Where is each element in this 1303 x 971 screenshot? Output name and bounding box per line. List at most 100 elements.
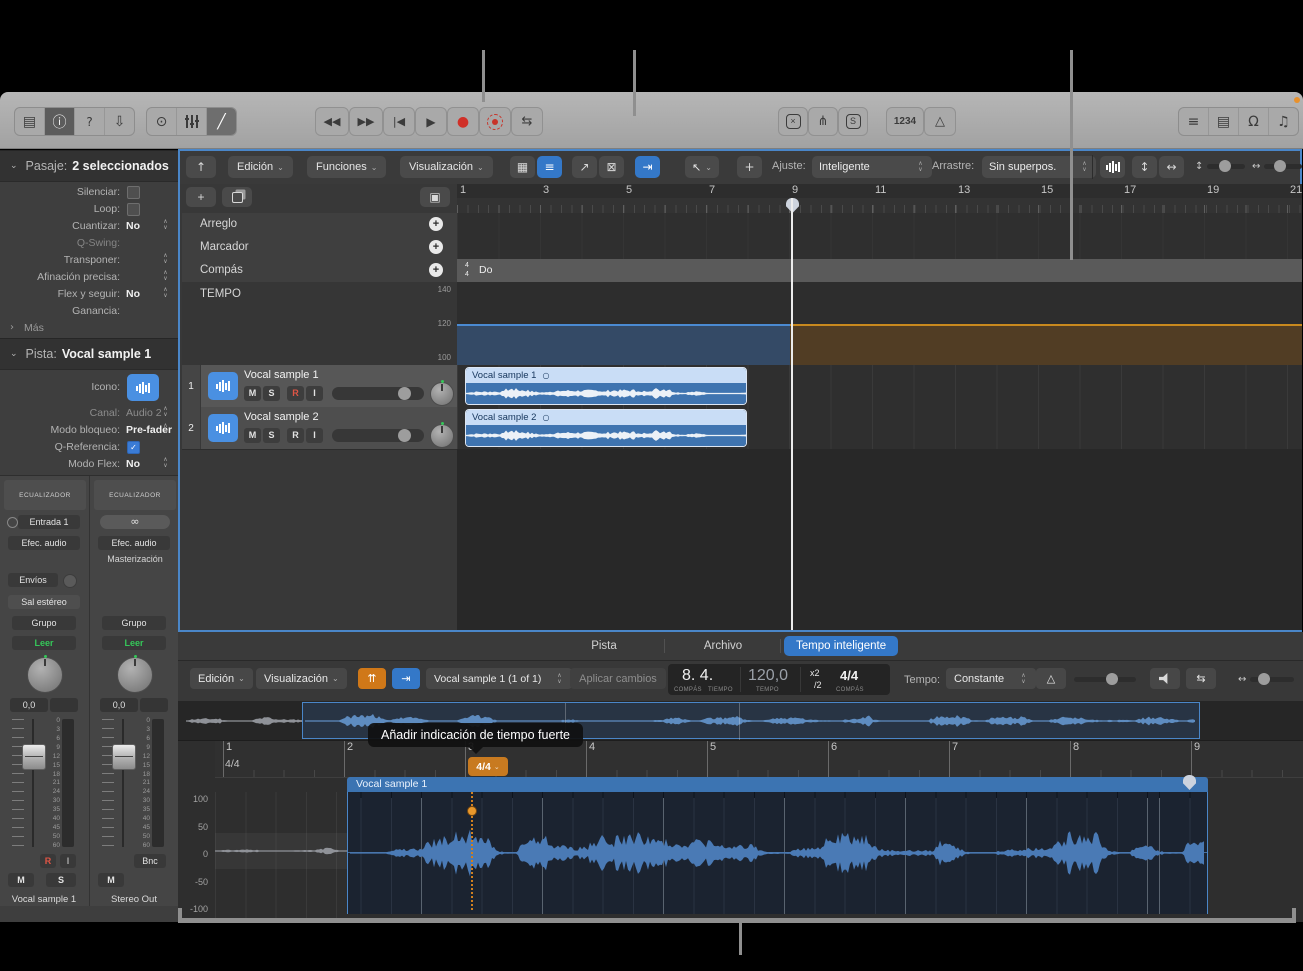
track-record-button[interactable]: R (287, 386, 304, 401)
stepper-icon[interactable] (161, 219, 170, 231)
volume-value-out[interactable]: 0,0 (100, 698, 138, 712)
track-solo-button[interactable]: S (263, 386, 280, 401)
peak-value-out[interactable] (140, 698, 168, 712)
track-mute-button[interactable]: M (244, 428, 261, 443)
tempo-mode-dropdown[interactable]: Constante (946, 668, 1036, 689)
loop-checkbox[interactable] (127, 203, 140, 216)
editor-wave-area[interactable]: 100500-50-100 (178, 792, 1303, 922)
global-track-tempo[interactable]: TEMPO 140120100 (182, 282, 457, 366)
output-slot[interactable]: Sal estéreo (8, 595, 80, 609)
editor-edit-menu[interactable]: Edición⌄ (190, 668, 253, 689)
download-icon[interactable]: ⇩ (105, 108, 134, 135)
circle-plus-icon[interactable]: + (429, 217, 443, 231)
track-volume-slider[interactable] (332, 429, 424, 442)
snap-playhead-icon[interactable]: ⇥ (392, 668, 420, 689)
h-zoom-slider[interactable]: ↔ (1252, 160, 1302, 173)
silenciar-checkbox[interactable] (127, 186, 140, 199)
add-track-button[interactable]: + (186, 187, 216, 207)
modo-flex-value[interactable]: No (126, 458, 140, 470)
up-arrow-icon[interactable]: ↑ (186, 156, 216, 178)
pre-region-area[interactable] (215, 792, 347, 922)
editor-lcd-mult-top[interactable]: x2 (810, 668, 820, 678)
mute-button[interactable]: M (8, 873, 34, 887)
track-pan-knob[interactable] (430, 424, 454, 448)
drag-dropdown[interactable]: Sin superpos. (982, 156, 1096, 178)
inspector-icon[interactable]: ⓘ (45, 108, 75, 135)
forward-button[interactable]: ▶▶ (349, 107, 383, 136)
library-icon[interactable]: ▤ (15, 108, 45, 135)
marquee-icon[interactable]: ⊠ (599, 156, 624, 178)
tempo-overview[interactable] (178, 702, 1303, 741)
group-slot[interactable]: Grupo (12, 616, 76, 630)
eq-thumbnail[interactable]: ECUALIZADOR (4, 480, 86, 510)
volume-fader[interactable] (22, 744, 46, 770)
automation-icon[interactable]: ↗ (572, 156, 597, 178)
pan-knob[interactable] (27, 657, 63, 693)
dial-icon[interactable]: ⊙ (147, 108, 177, 135)
track-solo-button[interactable]: S (263, 428, 280, 443)
track-input-button[interactable]: I (306, 428, 323, 443)
record-button[interactable]: ● (447, 107, 479, 136)
circle-plus-icon[interactable]: + (429, 263, 443, 277)
waveform-zoom-icon[interactable] (1100, 156, 1125, 178)
track-inspector-header[interactable]: ⌄ Pista: Vocal sample 1 (0, 338, 178, 370)
bar-ruler[interactable]: 13579111315171921 (457, 184, 1302, 198)
tab-tempo-inteligente[interactable]: Tempo inteligente (784, 636, 898, 656)
tab-pista[interactable]: Pista (548, 636, 660, 656)
solo-button-strip[interactable]: S (46, 873, 76, 887)
input-monitor-button[interactable]: I (60, 854, 76, 868)
audio-region-2[interactable]: Vocal sample 2○ (465, 409, 747, 447)
list-icon[interactable]: ≡ (1179, 108, 1209, 135)
input-monitor-ring[interactable] (7, 517, 18, 528)
track-input-button[interactable]: I (306, 386, 323, 401)
track-mute-button[interactable]: M (244, 386, 261, 401)
metronome-icon[interactable]: △ (1036, 668, 1066, 689)
notes-icon[interactable]: ▤ (1209, 108, 1239, 135)
rewind-button[interactable]: ◀◀ (315, 107, 349, 136)
stepper-icon[interactable] (161, 270, 170, 282)
snap-playhead-icon[interactable]: ⇥ (635, 156, 660, 178)
track-icon-button[interactable] (127, 374, 159, 401)
stepper-icon[interactable] (161, 287, 170, 299)
tracks-view-icon[interactable]: ≡ (537, 156, 562, 178)
loops-icon[interactable]: ♫ (1269, 108, 1298, 135)
stepper-icon[interactable] (161, 457, 170, 469)
region-inspector-header[interactable]: ⌄ Pasaje: 2 seleccionados (0, 150, 178, 182)
solo-button[interactable]: S (838, 107, 868, 136)
editor-h-zoom-slider[interactable]: ↔ (1238, 673, 1294, 686)
stereo-icon[interactable]: ∞ (100, 515, 170, 529)
play-button[interactable]: ▶ (415, 107, 447, 136)
v-zoom-icon[interactable]: ↕ (1132, 156, 1157, 178)
duplicate-track-button[interactable] (222, 187, 252, 207)
arrange-lane[interactable] (457, 213, 1302, 237)
stepper-icon[interactable] (161, 423, 170, 435)
volume-value[interactable]: 0,0 (10, 698, 48, 712)
editor-lcd-mult-bottom[interactable]: /2 (814, 680, 822, 690)
cycle-button[interactable]: ⇆ (511, 107, 543, 136)
track-icon[interactable] (208, 414, 238, 442)
strip-name[interactable]: Vocal sample 1 (0, 894, 88, 905)
automation-mode-out[interactable]: Leer (102, 636, 166, 650)
pointer-tool[interactable]: ↖⌄ (685, 156, 719, 178)
row-mas[interactable]: ›Más (0, 319, 178, 336)
peak-value[interactable] (50, 698, 78, 712)
tab-archivo[interactable]: Archivo (668, 636, 778, 656)
mute-button-out[interactable]: M (98, 873, 124, 887)
track-header-2[interactable]: 2 Vocal sample 2 M S R I (182, 407, 457, 450)
chat-icon[interactable]: Ω (1239, 108, 1269, 135)
pan-knob-out[interactable] (117, 657, 153, 693)
cycle-icon[interactable]: ⇆ (1186, 668, 1216, 689)
track-name[interactable]: Vocal sample 1 (244, 369, 319, 381)
strip-name-out[interactable]: Stereo Out (90, 894, 178, 905)
count-in-button[interactable]: 1234 (886, 107, 924, 136)
region-selector[interactable]: Vocal sample 1 (1 of 1) (426, 668, 572, 689)
volume-fader-out[interactable] (112, 744, 136, 770)
go-to-beginning-button[interactable]: |◀ (383, 107, 415, 136)
track-volume-slider[interactable] (332, 387, 424, 400)
track-icon[interactable] (208, 372, 238, 400)
speaker-icon[interactable] (1150, 668, 1180, 689)
audio-fx-slot-out[interactable]: Efec. audio (98, 536, 170, 550)
global-track-marker[interactable]: Marcador+ (182, 236, 457, 260)
track-name[interactable]: Vocal sample 2 (244, 411, 319, 423)
input-slot[interactable]: Entrada 1 (18, 515, 80, 529)
